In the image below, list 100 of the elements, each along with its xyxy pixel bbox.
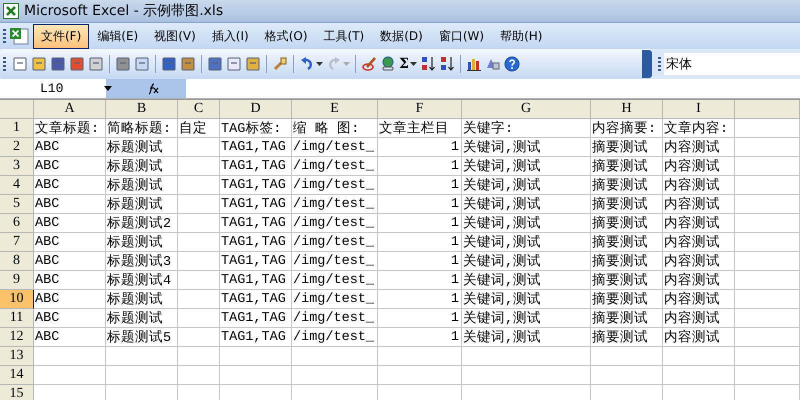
empty-cell [735, 119, 800, 138]
table-cell: 自定 [178, 119, 220, 138]
empty-cell [178, 366, 220, 385]
table-cell: /img/test_ [292, 214, 378, 233]
table-cell: TAG1,TAG [220, 157, 292, 176]
menu-item[interactable]: 视图(V) [146, 24, 204, 48]
table-cell: /img/test_ [292, 138, 378, 157]
table-cell: 摘要测试 [591, 195, 663, 214]
menu-item[interactable]: 工具(T) [316, 24, 372, 48]
column-header[interactable]: H [591, 100, 663, 119]
column-header[interactable]: F [378, 100, 462, 119]
table-cell: /img/test_ [292, 252, 378, 271]
row-header[interactable]: 2 [0, 138, 34, 157]
table-cell: 标题测试5 [106, 328, 178, 347]
sort-ascending-icon[interactable] [420, 56, 436, 72]
table-cell: 内容测试 [663, 176, 735, 195]
row-header[interactable]: 6 [0, 214, 34, 233]
column-header[interactable]: D [220, 100, 292, 119]
table-cell: 关键词,测试 [462, 233, 591, 252]
empty-cell [178, 290, 220, 309]
font-name-field[interactable]: 宋体 [664, 53, 800, 75]
dropdown-caret-icon[interactable] [410, 62, 417, 66]
empty-cell [735, 157, 800, 176]
empty-cell [735, 290, 800, 309]
format-brush-icon[interactable] [272, 56, 288, 72]
row-header[interactable]: 12 [0, 328, 34, 347]
table-cell: TAG1,TAG [220, 195, 292, 214]
menu-item[interactable]: 格式(O) [256, 24, 316, 48]
empty-cell [735, 271, 800, 290]
menu-item[interactable]: 插入(I) [204, 24, 257, 48]
column-header[interactable]: E [292, 100, 378, 119]
row-header[interactable]: 7 [0, 233, 34, 252]
menu-item[interactable]: 帮助(H) [492, 24, 550, 48]
table-cell: /img/test_ [292, 176, 378, 195]
menu-item[interactable]: 文件(F) [33, 24, 90, 48]
table-cell: 关键词,测试 [462, 252, 591, 271]
empty-cell [663, 347, 735, 366]
row-header[interactable]: 8 [0, 252, 34, 271]
empty-cell [735, 347, 800, 366]
bar-chart-icon[interactable] [466, 56, 482, 72]
empty-cell [735, 214, 800, 233]
row-header[interactable]: 5 [0, 195, 34, 214]
table-cell: /img/test_ [292, 309, 378, 328]
table-cell: 关键词,测试 [462, 176, 591, 195]
table-cell: /img/test_ [292, 290, 378, 309]
toolbar-grip-icon[interactable] [3, 29, 6, 43]
autosum-button[interactable]: Σ [399, 56, 409, 72]
row-header[interactable]: 1 [0, 119, 34, 138]
row-header[interactable]: 9 [0, 271, 34, 290]
row-header[interactable]: 15 [0, 385, 34, 400]
column-header[interactable]: A [34, 100, 106, 119]
empty-cell [178, 233, 220, 252]
table-cell: TAG1,TAG [220, 328, 292, 347]
table-cell: 内容测试 [663, 138, 735, 157]
column-header[interactable]: C [178, 100, 220, 119]
table-cell: 摘要测试 [591, 233, 663, 252]
menu-item[interactable]: 编辑(E) [89, 24, 146, 48]
table-cell: 关键词,测试 [462, 271, 591, 290]
table-cell: ABC [34, 328, 106, 347]
table-cell: TAG1,TAG [220, 176, 292, 195]
drawing-pen-icon[interactable] [361, 56, 377, 72]
menu-item[interactable]: 数据(D) [372, 24, 431, 48]
table-cell: 1 [378, 309, 462, 328]
globe-link-icon[interactable] [380, 56, 396, 72]
table-cell: ABC [34, 290, 106, 309]
undo-arrow-icon[interactable] [299, 56, 315, 72]
empty-cell [178, 271, 220, 290]
menu-item[interactable]: 窗口(W) [430, 24, 492, 48]
row-header[interactable]: 11 [0, 309, 34, 328]
table-cell: 标题测试 [106, 233, 178, 252]
empty-cell [178, 214, 220, 233]
table-cell: 关键词,测试 [462, 328, 591, 347]
empty-cell [178, 328, 220, 347]
column-header[interactable]: I [663, 100, 735, 119]
table-cell: 内容测试 [663, 214, 735, 233]
table-cell: 内容测试 [663, 252, 735, 271]
table-cell: 关键词,测试 [462, 290, 591, 309]
row-header[interactable]: 10 [0, 290, 34, 309]
sort-descending-icon[interactable] [438, 56, 455, 72]
column-header[interactable]: G [462, 100, 591, 119]
dropdown-caret-icon[interactable] [316, 62, 323, 66]
row-header[interactable]: 13 [0, 347, 34, 366]
empty-cell [735, 233, 800, 252]
column-header[interactable]: B [106, 100, 178, 119]
workbook-icon[interactable] [9, 26, 31, 46]
toolbar-grip-icon[interactable] [658, 57, 661, 71]
table-cell: ABC [34, 309, 106, 328]
help-icon[interactable] [504, 56, 520, 72]
empty-cell [178, 347, 220, 366]
table-cell: ABC [34, 271, 106, 290]
table-cell: 内容摘要: [591, 119, 663, 138]
empty-cell [735, 195, 800, 214]
dropdown-caret-icon[interactable] [104, 86, 112, 91]
insert-function-icon[interactable] [146, 82, 160, 94]
table-cell: 标题测试 [106, 138, 178, 157]
toolbar-grip-icon[interactable] [3, 57, 6, 71]
row-header[interactable]: 14 [0, 366, 34, 385]
row-header[interactable]: 3 [0, 157, 34, 176]
row-header[interactable]: 4 [0, 176, 34, 195]
table-cell: TAG1,TAG [220, 309, 292, 328]
